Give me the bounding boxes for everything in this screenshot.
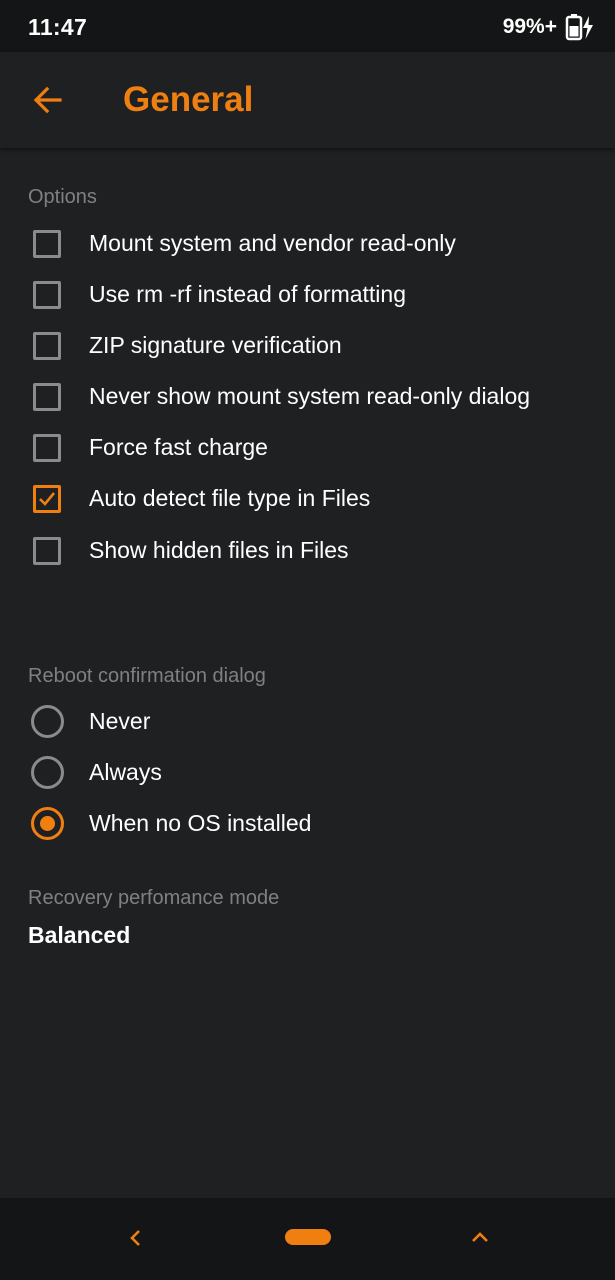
page-title: General	[123, 80, 254, 119]
radio-label: Never	[89, 708, 151, 734]
performance-section-header: Recovery perfomance mode	[28, 887, 280, 909]
app-bar: General	[0, 52, 615, 148]
checkbox-icon[interactable]	[33, 536, 61, 565]
chevron-left-icon[interactable]	[122, 1224, 150, 1252]
chevron-up-icon[interactable]	[466, 1224, 494, 1252]
navigation-bar	[0, 1198, 615, 1280]
option-label: ZIP signature verification	[89, 332, 342, 358]
option-show-hidden-files[interactable]: Show hidden files in Files	[0, 525, 615, 576]
option-rm-rf[interactable]: Use rm -rf instead of formatting	[0, 269, 615, 320]
radio-icon[interactable]	[31, 705, 64, 738]
home-pill-button[interactable]	[285, 1229, 331, 1245]
option-label: Mount system and vendor read-only	[89, 230, 456, 256]
checkbox-icon[interactable]	[33, 433, 61, 462]
checkbox-icon[interactable]	[33, 331, 61, 360]
radio-label: When no OS installed	[89, 810, 312, 836]
checkbox-icon[interactable]	[33, 280, 61, 309]
option-label: Show hidden files in Files	[89, 537, 349, 563]
option-auto-detect-file-type[interactable]: Auto detect file type in Files	[0, 473, 615, 524]
performance-mode-value[interactable]: Balanced	[28, 922, 130, 949]
option-label: Force fast charge	[89, 434, 268, 460]
option-force-fast-charge[interactable]: Force fast charge	[0, 422, 615, 473]
option-label: Use rm -rf instead of formatting	[89, 281, 406, 307]
status-time: 11:47	[28, 14, 88, 40]
reboot-section-header: Reboot confirmation dialog	[28, 665, 266, 687]
battery-percentage: 99%+	[502, 15, 557, 38]
option-zip-signature[interactable]: ZIP signature verification	[0, 320, 615, 371]
checkbox-checked-icon[interactable]	[33, 484, 61, 513]
radio-icon[interactable]	[31, 756, 64, 789]
radio-label: Always	[89, 759, 162, 785]
options-section-header: Options	[28, 186, 97, 208]
checkbox-icon[interactable]	[33, 229, 61, 258]
back-button[interactable]	[26, 78, 70, 122]
radio-option-never[interactable]: Never	[0, 696, 615, 747]
battery-charging-icon	[565, 13, 595, 41]
radio-selected-icon[interactable]	[31, 807, 64, 840]
settings-screen: 11:47 99%+ General Options Mount system	[0, 0, 615, 1280]
radio-option-when-no-os[interactable]: When no OS installed	[0, 798, 615, 849]
arrow-left-icon	[33, 86, 62, 114]
option-never-show-dialog[interactable]: Never show mount system read-only dialog	[0, 371, 615, 422]
radio-dot	[40, 816, 55, 831]
option-label: Never show mount system read-only dialog	[89, 383, 531, 409]
option-label: Auto detect file type in Files	[89, 485, 371, 511]
option-mount-read-only[interactable]: Mount system and vendor read-only	[0, 218, 615, 269]
status-indicators: 99%+	[503, 12, 595, 42]
checkbox-icon[interactable]	[33, 382, 61, 411]
status-bar: 11:47 99%+	[0, 0, 615, 52]
radio-option-always[interactable]: Always	[0, 747, 615, 798]
